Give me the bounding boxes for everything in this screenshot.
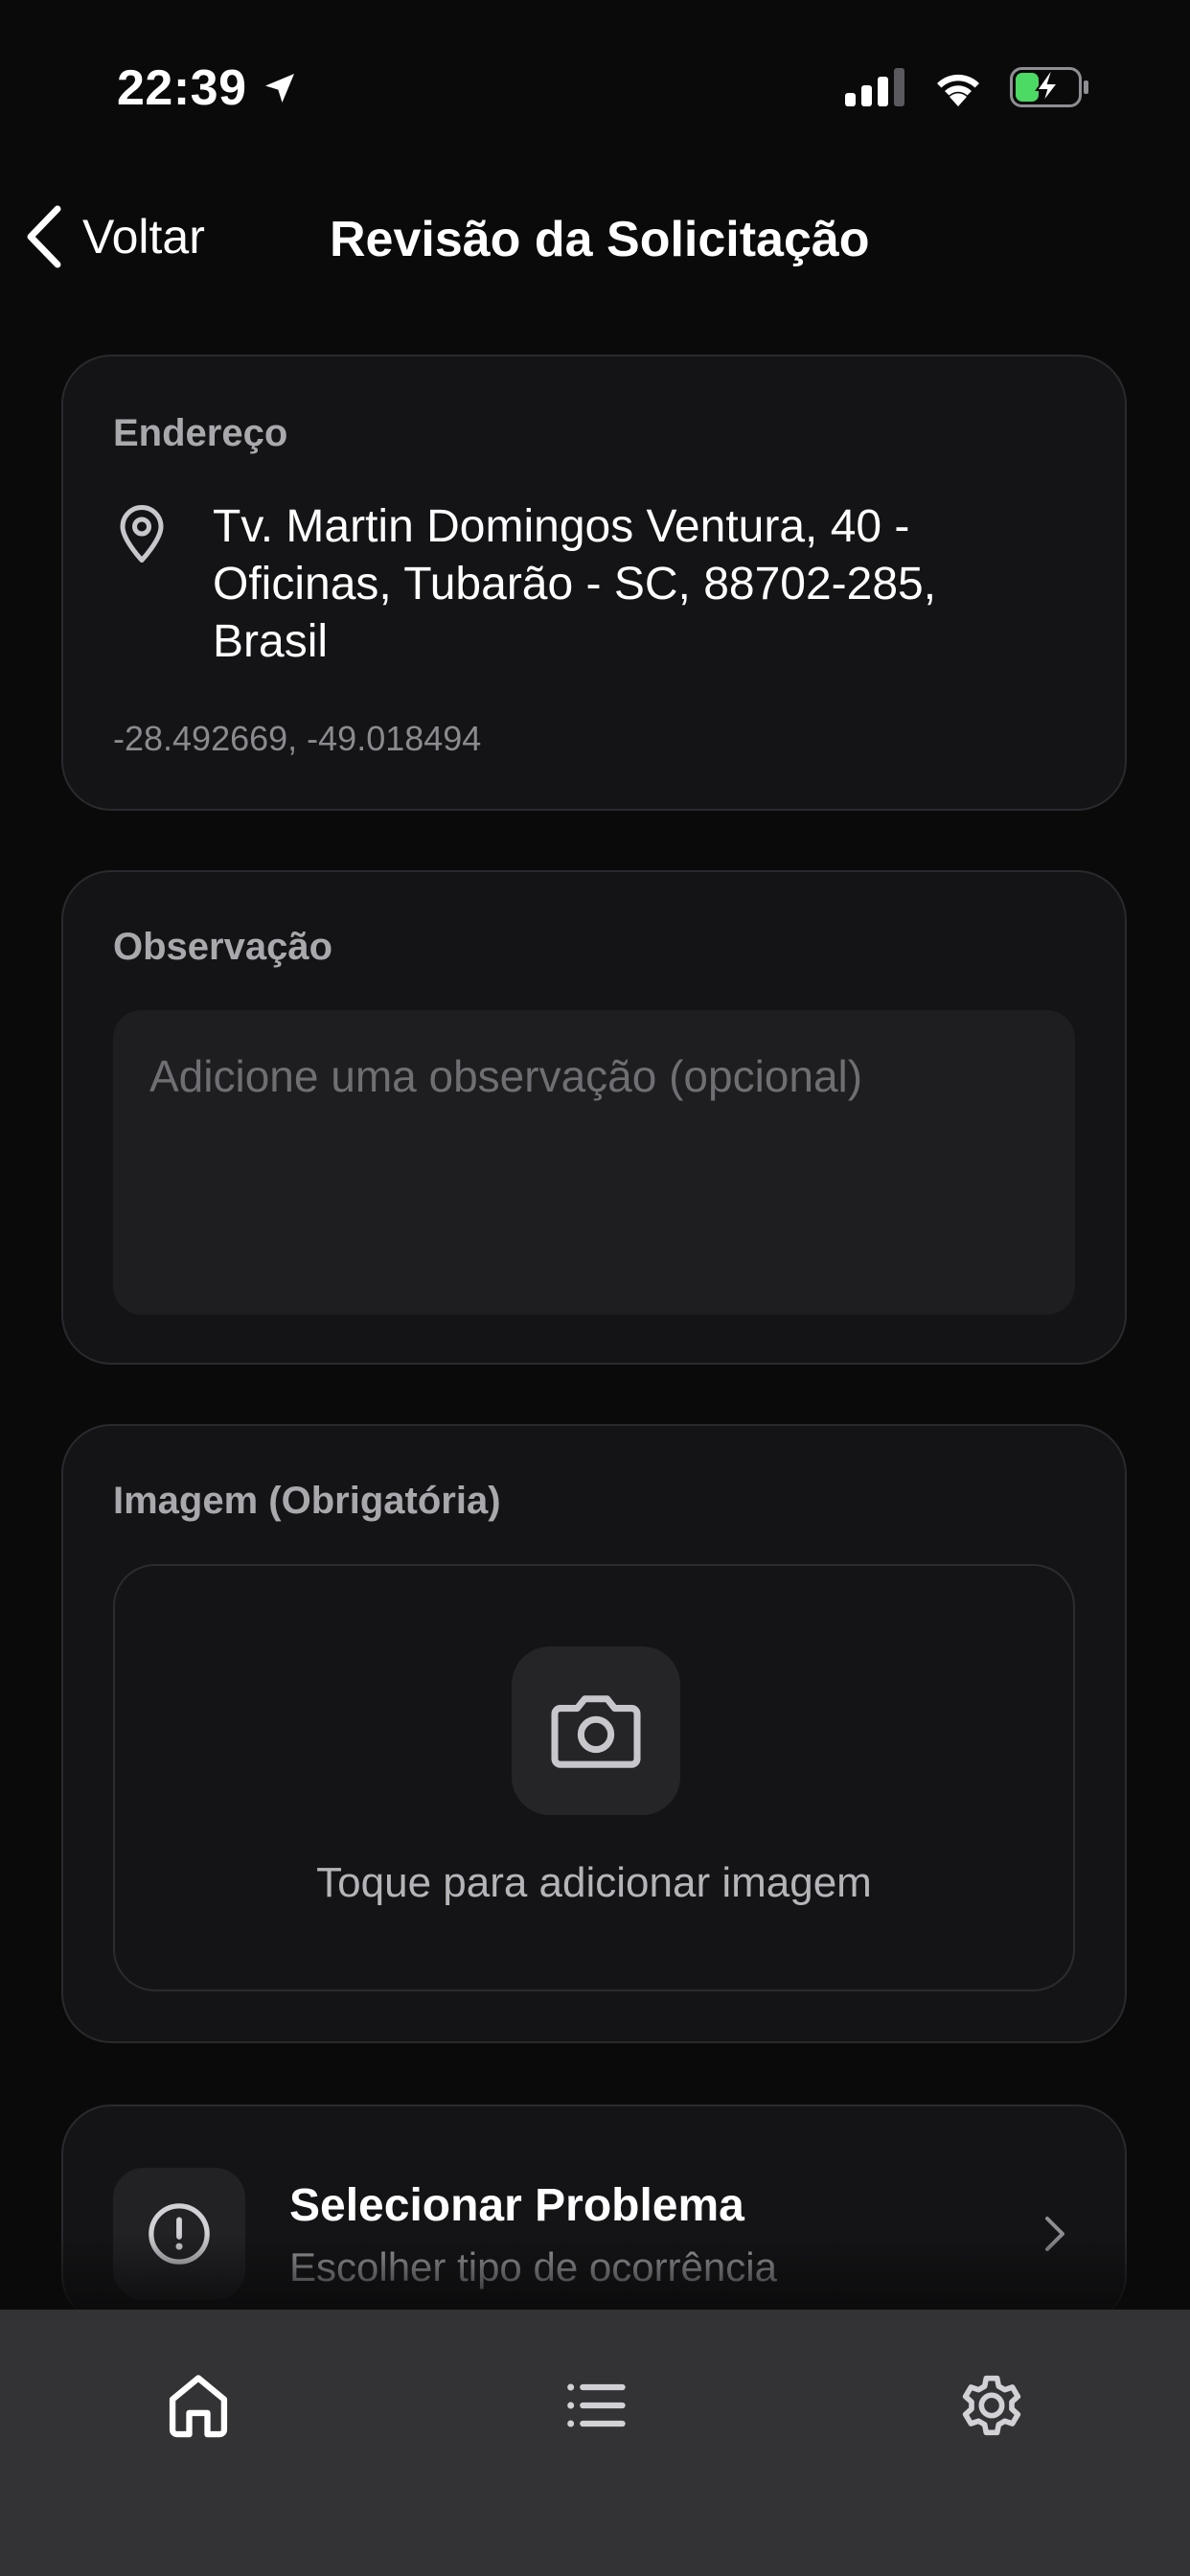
address-text: Tv. Martin Domingos Ventura, 40 - Oficin… xyxy=(213,501,937,667)
image-hint: Toque para adicionar imagem xyxy=(316,1859,872,1906)
gear-icon xyxy=(962,2375,1021,2436)
wifi-icon xyxy=(937,74,979,106)
map-pin-icon xyxy=(120,505,164,563)
cellular-signal-icon xyxy=(845,68,904,106)
camera-tile xyxy=(512,1646,680,1815)
tab-home[interactable] xyxy=(150,2358,246,2453)
page-title: Revisão da Solicitação xyxy=(330,212,870,267)
address-card: Endereço Tv. Martin Domingos Ventura, 40… xyxy=(61,355,1127,811)
camera-icon xyxy=(551,1695,641,1768)
observation-card: Observação xyxy=(61,870,1127,1365)
battery-charging-icon xyxy=(1010,67,1088,107)
back-button[interactable]: Voltar xyxy=(23,203,205,270)
address-row: Tv. Martin Domingos Ventura, 40 - Oficin… xyxy=(113,498,1037,671)
select-problem-button[interactable]: Selecionar Problema Escolher tipo de oco… xyxy=(61,2104,1127,2325)
problem-title: Selecionar Problema xyxy=(289,2180,744,2231)
status-time-group: 22:39 xyxy=(117,59,299,117)
chevron-right-icon xyxy=(1045,2217,1064,2251)
address-label: Endereço xyxy=(113,412,288,454)
chevron-left-icon xyxy=(27,205,61,268)
home-icon xyxy=(169,2375,228,2438)
image-label: Imagem (Obrigatória) xyxy=(113,1480,501,1522)
alert-circle-icon xyxy=(149,2203,210,2265)
observation-input[interactable] xyxy=(113,1010,1075,1315)
tab-bar xyxy=(0,2310,1190,2576)
status-time: 22:39 xyxy=(117,60,247,116)
tab-list[interactable] xyxy=(547,2358,643,2453)
coordinates: -28.492669, -49.018494 xyxy=(113,719,482,758)
status-bar: 22:39 xyxy=(0,0,1190,153)
location-arrow-icon xyxy=(264,74,294,103)
screen: 22:39 Voltar Revisão da Solicitação Ende… xyxy=(0,0,1190,2576)
problem-icon-tile xyxy=(113,2168,245,2300)
status-icons xyxy=(845,67,1090,107)
tab-settings[interactable] xyxy=(944,2358,1040,2453)
image-upload-area[interactable]: Toque para adicionar imagem xyxy=(113,1564,1075,1991)
list-icon xyxy=(567,2383,626,2427)
nav-bar: Voltar Revisão da Solicitação xyxy=(0,182,1190,297)
back-label: Voltar xyxy=(82,210,205,264)
observation-label: Observação xyxy=(113,926,333,968)
problem-subtitle: Escolher tipo de ocorrência xyxy=(289,2244,777,2289)
image-card: Imagem (Obrigatória) Toque para adiciona… xyxy=(61,1424,1127,2043)
